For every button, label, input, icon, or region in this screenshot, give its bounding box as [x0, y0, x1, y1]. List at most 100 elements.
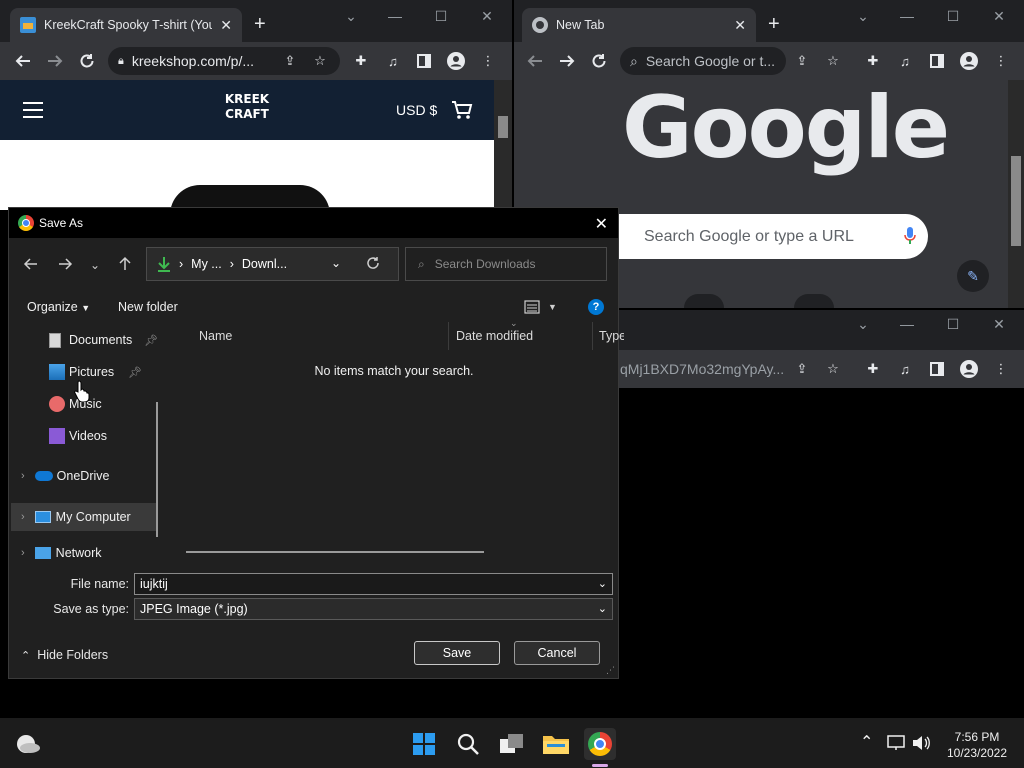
nav-item-network[interactable]: › Network [21, 543, 102, 563]
breadcrumb-downloads[interactable]: Downl... [242, 257, 287, 271]
hamburger-menu-icon[interactable] [23, 102, 43, 118]
share-icon[interactable]: ⇪ [792, 359, 812, 379]
maximize-icon[interactable]: ☐ [426, 6, 456, 26]
chrome-taskbar-icon[interactable] [584, 728, 616, 760]
close-window-icon[interactable]: ✕ [984, 6, 1014, 26]
shortcut-tile[interactable] [794, 294, 834, 308]
extensions-puzzle-icon[interactable]: ✚ [863, 51, 883, 71]
save-type-select[interactable]: JPEG Image (*.jpg) ⌄ [134, 598, 613, 620]
column-header-name[interactable]: Name [199, 322, 449, 350]
tab-search-chevron-icon[interactable]: ⌄ [336, 6, 366, 26]
search-downloads-input[interactable]: ⌕ Search Downloads [405, 247, 607, 281]
forward-arrow-icon[interactable] [45, 51, 65, 71]
extensions-puzzle-icon[interactable]: ✚ [863, 359, 883, 379]
customize-pencil-icon[interactable]: ✎ [957, 260, 989, 292]
reload-icon[interactable] [589, 51, 609, 71]
search-icon[interactable] [452, 728, 484, 760]
share-icon[interactable]: ⇪ [280, 51, 300, 71]
bookmark-star-icon[interactable]: ☆ [823, 51, 843, 71]
tab-new-tab[interactable]: New Tab ✕ [522, 8, 756, 42]
clock[interactable]: 7:56 PM 10/23/2022 [940, 729, 1014, 761]
page-scrollbar[interactable] [494, 80, 512, 210]
up-arrow-icon[interactable] [117, 256, 133, 272]
media-queue-icon[interactable]: ♫ [895, 51, 915, 71]
maximize-icon[interactable]: ☐ [938, 6, 968, 26]
file-name-dropdown-chevron-icon[interactable]: ⌄ [598, 577, 607, 590]
nav-item-videos[interactable]: Videos [49, 422, 107, 450]
expand-chevron-icon[interactable]: › [21, 511, 25, 523]
bookmark-star-icon[interactable]: ☆ [823, 359, 843, 379]
menu-kebab-icon[interactable]: ⋮ [991, 51, 1011, 71]
tab-search-chevron-icon[interactable]: ⌄ [848, 6, 878, 26]
volume-speaker-icon[interactable] [912, 735, 930, 751]
cancel-button[interactable]: Cancel [514, 641, 600, 665]
profile-icon[interactable] [959, 51, 979, 71]
nav-item-documents[interactable]: Documents 📌︎ [49, 326, 158, 354]
resize-grip-icon[interactable]: ⋰ [606, 665, 615, 676]
column-header-type[interactable]: Type [599, 322, 624, 350]
new-tab-plus-icon[interactable]: + [768, 14, 780, 34]
reload-icon[interactable] [77, 51, 97, 71]
maximize-icon[interactable]: ☐ [938, 314, 968, 334]
tab-close-icon[interactable]: ✕ [220, 17, 232, 34]
save-button[interactable]: Save [414, 641, 500, 665]
task-view-icon[interactable] [496, 728, 528, 760]
new-folder-button[interactable]: New folder [118, 300, 178, 314]
nav-scrollbar[interactable] [156, 402, 158, 537]
refresh-icon[interactable] [366, 256, 380, 270]
url-text[interactable]: qMj1BXD7Mo32mgYpAy... [620, 361, 784, 377]
back-arrow-icon[interactable] [525, 51, 545, 71]
minimize-icon[interactable]: — [380, 6, 410, 26]
back-arrow-icon[interactable] [13, 51, 33, 71]
close-window-icon[interactable]: ✕ [984, 314, 1014, 334]
file-name-input[interactable]: iujktij ⌄ [134, 573, 613, 595]
side-panel-icon[interactable] [414, 51, 434, 71]
expand-chevron-icon[interactable]: › [21, 547, 25, 559]
side-panel-icon[interactable] [927, 359, 947, 379]
shortcut-tile[interactable] [684, 294, 724, 308]
address-breadcrumb[interactable]: › My ... › Downl... ⌄ [146, 247, 399, 281]
menu-kebab-icon[interactable]: ⋮ [991, 359, 1011, 379]
view-options-icon[interactable]: ▼ [524, 300, 557, 314]
horizontal-scrollbar[interactable] [186, 551, 484, 553]
dialog-close-icon[interactable]: ✕ [595, 214, 608, 234]
tab-kreekcraft[interactable]: KreekCraft Spooky T-shirt (YouTube... ✕ [10, 8, 242, 42]
nav-item-my-computer[interactable]: › My Computer [11, 503, 157, 531]
breadcrumb-my-computer[interactable]: My ... [191, 257, 222, 271]
share-icon[interactable]: ⇪ [792, 51, 812, 71]
forward-arrow-icon[interactable] [557, 51, 577, 71]
column-header-date-modified[interactable]: Date modified [456, 322, 593, 350]
nav-item-onedrive[interactable]: › OneDrive [21, 462, 109, 490]
close-window-icon[interactable]: ✕ [472, 6, 502, 26]
address-bar[interactable]: ⌕ Search Google or t... [620, 47, 786, 75]
nav-item-pictures[interactable]: Pictures 📌︎ [49, 358, 142, 386]
voice-search-mic-icon[interactable] [904, 227, 916, 245]
start-windows-icon[interactable] [408, 728, 440, 760]
profile-icon[interactable] [446, 51, 466, 71]
hide-folders-button[interactable]: ⌃ Hide Folders [21, 648, 108, 662]
minimize-icon[interactable]: — [892, 6, 922, 26]
forward-arrow-icon[interactable] [57, 256, 73, 272]
new-tab-plus-icon[interactable]: + [254, 14, 266, 34]
newtab-scrollbar[interactable] [1008, 80, 1024, 308]
address-bar[interactable]: 🔒︎ kreekshop.com/p/... [108, 47, 340, 75]
tab-close-icon[interactable]: ✕ [734, 17, 746, 34]
show-hidden-icons-chevron-icon[interactable]: ⌃ [860, 732, 873, 752]
breadcrumb-dropdown-chevron-icon[interactable]: ⌄ [331, 256, 341, 270]
bookmark-star-icon[interactable]: ☆ [310, 51, 330, 71]
side-panel-icon[interactable] [927, 51, 947, 71]
media-queue-icon[interactable]: ♫ [383, 51, 403, 71]
shopping-cart-icon[interactable] [451, 99, 473, 121]
expand-chevron-icon[interactable]: › [21, 470, 25, 482]
back-arrow-icon[interactable] [23, 256, 39, 272]
weather-widget-icon[interactable] [12, 728, 44, 760]
network-status-icon[interactable] [887, 735, 905, 751]
kreekcraft-logo[interactable]: KREEK CRAFT [222, 92, 272, 122]
google-search-box[interactable]: Search Google or type a URL [574, 214, 928, 259]
file-explorer-folder-icon[interactable] [540, 728, 572, 760]
tab-search-chevron-icon[interactable]: ⌄ [848, 314, 878, 334]
organize-button[interactable]: Organize ▼ [27, 300, 90, 314]
minimize-icon[interactable]: — [892, 314, 922, 334]
menu-kebab-icon[interactable]: ⋮ [478, 51, 498, 71]
help-icon[interactable]: ? [588, 299, 604, 315]
